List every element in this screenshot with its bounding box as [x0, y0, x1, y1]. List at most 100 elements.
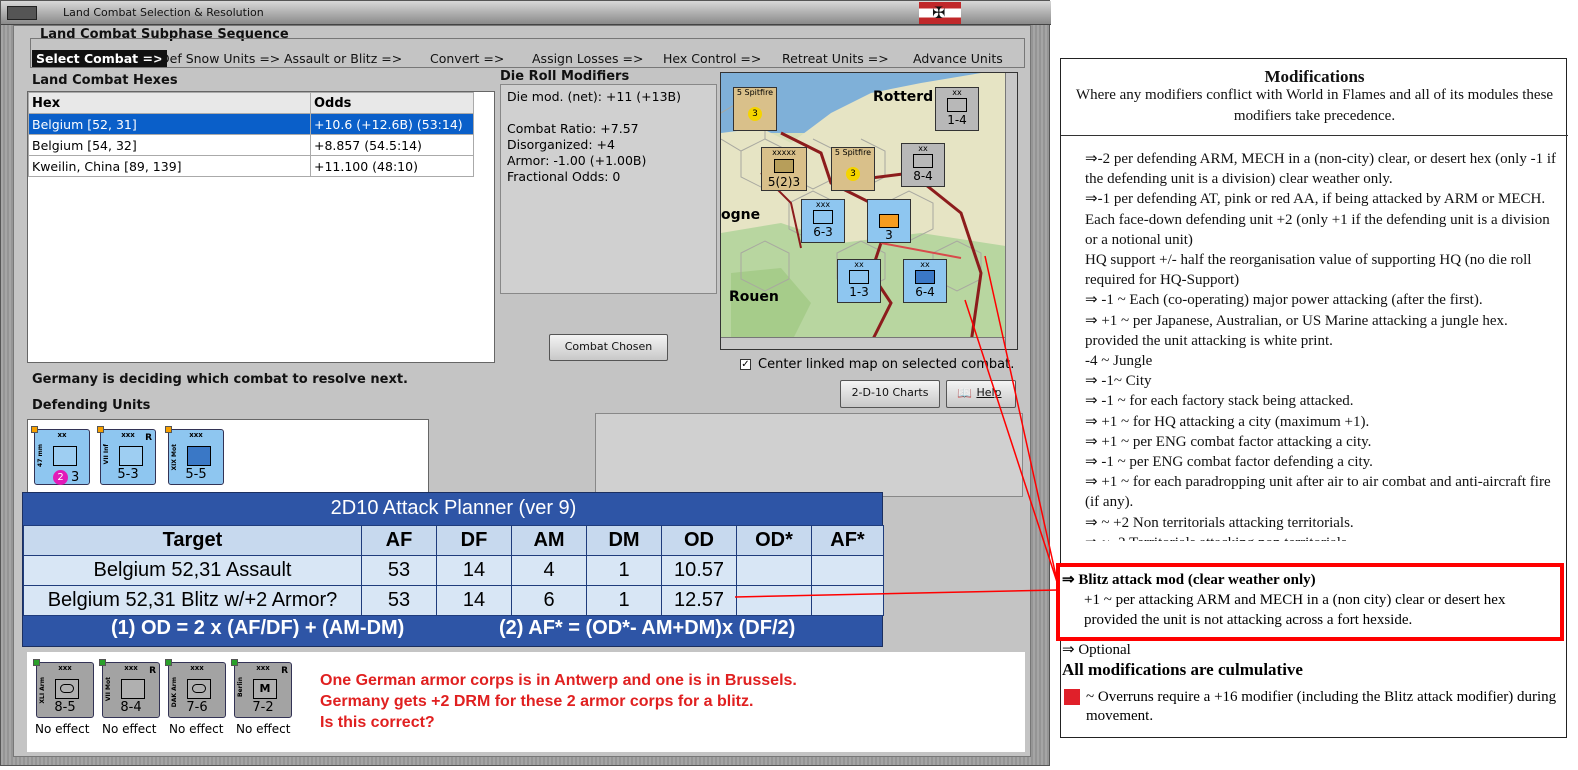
af-cell: 53 — [361, 585, 437, 616]
col-af-star: AF* — [811, 525, 884, 556]
doc-title: Modifications — [1264, 67, 1365, 86]
window-title: Land Combat Selection & Resolution — [63, 6, 264, 19]
mod-line: Disorganized: +4 — [507, 137, 615, 152]
combat-chosen-button[interactable]: Combat Chosen — [549, 334, 668, 361]
linked-map[interactable]: Rotterd ogne Rouen 5 Spitfire 3 xxxxx 5(2)… — [720, 72, 1018, 350]
od-star-cell — [736, 585, 812, 616]
mod-line: Combat Ratio: +7.57 — [507, 121, 639, 136]
table-row: Belgium 52,31 Blitz w/+2 Armor? 53 14 6 … — [23, 585, 884, 616]
combat-hexes-label: Land Combat Hexes — [32, 73, 178, 88]
step-def-snow[interactable]: Def Snow Units => — [160, 51, 280, 66]
overrun-note: ~ Overruns require a +16 modifier (inclu… — [1086, 689, 1557, 724]
note-line: One German armor corps is in Antwerp and… — [320, 672, 797, 689]
modifier-item: ⇒ ~ +2 Non territorials attacking territ… — [1085, 514, 1354, 531]
table-row[interactable]: Kweilin, China [89, 139] +11.100 (48:10) — [28, 155, 474, 177]
blitz-mod-title: ⇒ Blitz attack mod (clear weather only) — [1062, 572, 1316, 588]
modifier-item: ⇒ -1 ~ per ENG combat factor defending a… — [1085, 454, 1373, 471]
modifier-item: Each face-down defending unit +2 (only +… — [1085, 211, 1550, 248]
map-hscrollbar[interactable] — [721, 337, 1005, 349]
modifier-item: ⇒-2 per defending ARM, MECH in a (non-ci… — [1085, 151, 1557, 188]
modifiers-label: Die Roll Modifiers — [500, 69, 630, 84]
defending-unit-xix-mot[interactable]: xxx XIX Mot 5-5 — [165, 426, 224, 485]
od-cell: 12.57 — [661, 585, 737, 616]
map-counter-f[interactable]: xx 6-4 — [903, 259, 947, 303]
step-assign-losses[interactable]: Assign Losses => — [532, 51, 643, 66]
result-caption: No effect — [35, 722, 90, 736]
col-odds[interactable]: Odds — [310, 92, 474, 114]
window-menu-icon[interactable] — [7, 6, 37, 20]
modifier-item: ⇒-1 per defending AT, pink or red AA, if… — [1085, 191, 1546, 208]
disorganized-badge: 2 — [53, 470, 68, 485]
col-target: Target — [23, 525, 362, 556]
map-counter-spitfire[interactable]: 5 Spitfire 3 — [733, 87, 777, 131]
modifier-item: ⇒ +1 ~ per ENG combat factor attacking a… — [1085, 433, 1372, 450]
planner-table: Target AF DF AM DM OD OD* AF* Belgium 52… — [23, 525, 884, 616]
map-label-rotterdam: Rotterd — [873, 89, 934, 105]
map-vscrollbar[interactable] — [1005, 73, 1017, 349]
attacking-unit-dak-arm[interactable]: xxx DAK Arm 7-6 — [165, 659, 226, 718]
formula-od: (1) OD = 2 x (AF/DF) + (AM-DM) — [111, 617, 405, 639]
odds-cell: +8.857 (54.5:14) — [310, 134, 474, 156]
note-line: Is this correct? — [320, 714, 435, 731]
target-cell: Belgium 52,31 Blitz w/+2 Armor? — [23, 585, 362, 616]
strength-icon: 3 — [748, 107, 762, 121]
hexes-header-row: Hex Odds — [28, 92, 474, 114]
od-star-cell — [736, 555, 812, 586]
defending-unit-47mm[interactable]: xx 47 mm 2 3 — [31, 426, 90, 485]
defending-unit-vii-inf[interactable]: xxx R VII Inf 5-3 — [97, 426, 156, 485]
result-caption: No effect — [169, 722, 224, 736]
hex-cell: Kweilin, China [89, 139] — [28, 155, 311, 177]
table-row[interactable]: Belgium [54, 32] +8.857 (54.5:14) — [28, 134, 474, 156]
combat-hexes-list[interactable]: Hex Odds Belgium [52, 31] +10.6 (+12.6B)… — [27, 91, 495, 363]
help-label: Help — [976, 386, 1002, 399]
center-map-checkbox[interactable]: ✓ — [740, 359, 751, 370]
modifier-item: ⇒ -1 ~ Each (co-operating) major power a… — [1085, 292, 1483, 309]
map-counter-c[interactable]: xxx 6-3 — [801, 199, 845, 243]
mod-line — [507, 105, 681, 121]
step-assault-blitz[interactable]: Assault or Blitz => — [284, 51, 402, 66]
book-icon: 📖 — [957, 386, 972, 400]
map-counter-d[interactable]: 3 — [867, 199, 911, 243]
step-convert[interactable]: Convert => — [430, 51, 504, 66]
table-row[interactable]: Belgium [52, 31] +10.6 (+12.6B) (53:14) — [28, 113, 474, 135]
map-counter-a[interactable]: xx 1-4 — [935, 87, 979, 131]
optional-marker-icon — [1064, 689, 1080, 705]
modifier-item: ⇒ -1 ~ for each factory stack being atta… — [1085, 393, 1354, 410]
step-hex-control[interactable]: Hex Control => — [663, 51, 761, 66]
all-mods-label: All modifications are culmulative — [1062, 660, 1303, 679]
af-cell: 53 — [361, 555, 437, 586]
formula-af-star: (2) AF* = (OD*- AM+DM)x (DF/2) — [499, 617, 796, 639]
modifiers-box: Die mod. (net): +11 (+13B) Combat Ratio:… — [500, 84, 717, 294]
help-button[interactable]: 📖 Help — [946, 380, 1016, 408]
charts-button[interactable]: 2-D-10 Charts — [840, 380, 940, 408]
dm-cell: 1 — [586, 555, 662, 586]
map-counter-fortress[interactable]: xxxxx 5(2)3 — [761, 147, 807, 191]
map-counter-b[interactable]: xx 8-4 — [901, 143, 945, 187]
od-cell: 10.57 — [661, 555, 737, 586]
step-retreat[interactable]: Retreat Units => — [782, 51, 889, 66]
title-bar[interactable]: Land Combat Selection & Resolution — [1, 1, 1051, 25]
col-hex[interactable]: Hex — [28, 92, 311, 114]
map-counter-spitfire-2[interactable]: 5 Spitfire 3 — [831, 147, 875, 191]
defending-label: Defending Units — [32, 398, 151, 413]
status-text: Germany is deciding which combat to reso… — [32, 372, 408, 387]
attacking-unit-xli-arm[interactable]: xxx XLI Arm 8-5 — [33, 659, 94, 718]
attacking-unit-vii-mot[interactable]: xxx R VII Mot 8-4 — [99, 659, 160, 718]
result-caption: No effect — [102, 722, 157, 736]
df-cell: 14 — [436, 585, 512, 616]
attacking-unit-berlin[interactable]: xxx R Berlin M 7-2 — [231, 659, 292, 718]
modifier-item: -4 ~ Jungle — [1085, 353, 1153, 370]
hex-cell: Belgium [54, 32] — [28, 134, 311, 156]
modifier-item: ⇒ ~ -2 Territorials attacking non territ… — [1085, 533, 1563, 541]
step-select-combat[interactable]: Select Combat => — [32, 50, 168, 67]
col-dm: DM — [586, 525, 662, 556]
map-counter-e[interactable]: xx 1-3 — [837, 259, 881, 303]
modifier-item: HQ support +/- half the reorganisation v… — [1085, 252, 1532, 289]
am-cell: 6 — [511, 585, 587, 616]
am-cell: 4 — [511, 555, 587, 586]
col-am: AM — [511, 525, 587, 556]
af-star-cell — [811, 585, 884, 616]
step-advance[interactable]: Advance Units — [913, 51, 1003, 66]
mod-line: Armor: -1.00 (+1.00B) — [507, 153, 647, 168]
hex-cell: Belgium [52, 31] — [28, 113, 311, 135]
